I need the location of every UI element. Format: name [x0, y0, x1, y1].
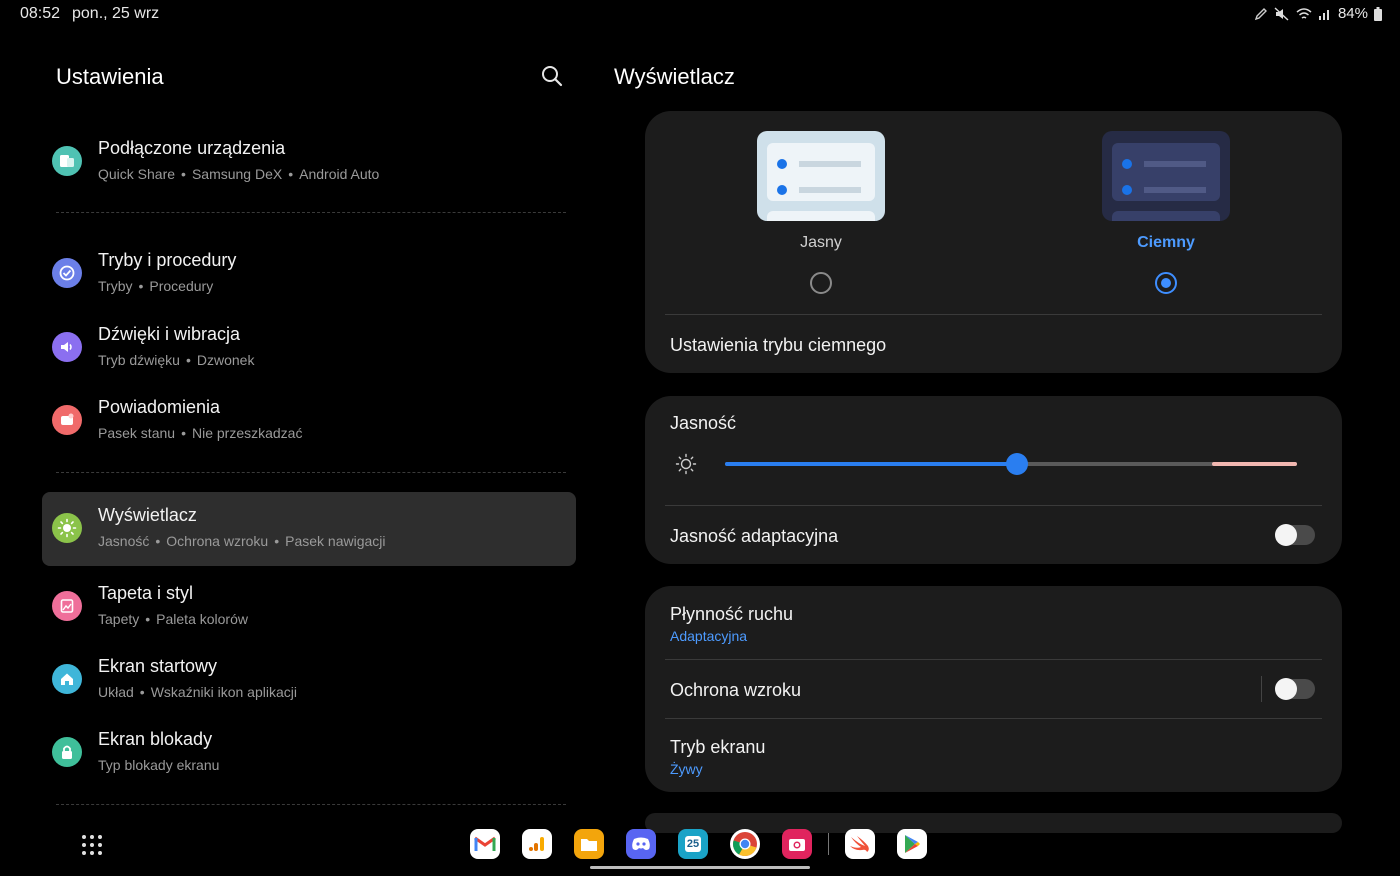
lock-icon: [52, 737, 82, 767]
battery-level: 84%: [1337, 5, 1368, 22]
sidebar-item-label: Powiadomienia: [98, 397, 221, 417]
divider: [665, 718, 1322, 719]
sidebar-item-subtitle: Jasność • Ochrona wzroku • Pasek nawigacji: [98, 533, 386, 549]
sidebar-item-label: Tapeta i styl: [98, 583, 194, 603]
dark-mode-preview: [1102, 131, 1230, 221]
brightness-slider[interactable]: [725, 453, 1297, 475]
status-bar: 08:52 pon., 25 wrz 84%: [0, 0, 1400, 28]
sidebar-item-subtitle: Układ • Wskaźniki ikon aplikacji: [98, 684, 297, 700]
gmail-icon[interactable]: [470, 829, 500, 859]
sidebar-item-subtitle: Quick Share • Samsung DeX • Android Auto: [98, 166, 380, 182]
brightness-card: Jasność Jasność adaptacyjna: [645, 396, 1342, 564]
adaptive-brightness-label: Jasność adaptacyjna: [670, 526, 839, 546]
divider: [56, 804, 566, 805]
speaker-icon: [52, 332, 82, 362]
theme-card: Jasny Ciemny Ustawienia trybu ciemnego: [645, 111, 1342, 373]
sidebar-item-label: Podłączone urządzenia: [98, 138, 286, 158]
sidebar-item-label: Ekran startowy: [98, 656, 218, 676]
clock: 08:52: [20, 5, 61, 22]
sidebar-item-subtitle: Tryb dźwięku • Dzwonek: [98, 352, 255, 368]
dock: 25: [470, 828, 949, 860]
dock-separator: [828, 833, 829, 855]
sidebar-item-sounds[interactable]: Dźwięki i wibracja Tryb dźwięku • Dzwonek: [42, 311, 576, 385]
sidebar-item-wallpaper[interactable]: Tapeta i styl Tapety • Paleta kolorów: [42, 570, 576, 644]
light-mode-option[interactable]: Jasny: [757, 131, 885, 294]
sidebar-item-connected-devices[interactable]: Podłączone urządzenia Quick Share • Samsun…: [42, 125, 576, 199]
sidebar-item-lock-screen[interactable]: Ekran blokady Typ blokady ekranu: [42, 716, 576, 790]
settings-title: Ustawienia: [56, 64, 164, 89]
camera-icon[interactable]: [782, 829, 812, 859]
chrome-icon[interactable]: [730, 829, 760, 859]
apps-button[interactable]: [80, 833, 104, 857]
light-mode-radio[interactable]: [810, 272, 832, 294]
mute-icon: [1274, 6, 1290, 21]
search-button[interactable]: [540, 64, 566, 90]
light-mode-label: Jasny: [800, 234, 842, 251]
pen-icon: [1254, 7, 1268, 21]
divider: [665, 505, 1322, 506]
motion-smoothness-label: Płynność ruchu: [670, 604, 794, 624]
sidebar-item-subtitle: Pasek stanu • Nie przeszkadzać: [98, 425, 303, 441]
check-circle-icon: [52, 258, 82, 288]
status-icons: 84%: [1254, 5, 1382, 22]
dark-mode-radio[interactable]: [1155, 272, 1177, 294]
brightness-label: Jasność: [670, 413, 737, 433]
sidebar-item-label: Ekran blokady: [98, 729, 213, 749]
devices-icon: [52, 146, 82, 176]
home-icon: [52, 664, 82, 694]
page-title: Wyświetlacz: [614, 64, 735, 89]
brightness-sun-icon: [675, 453, 697, 480]
swift-icon[interactable]: [845, 829, 875, 859]
brightness-slider-high-range: [1212, 462, 1297, 466]
navigation-handle[interactable]: [590, 866, 810, 869]
display-options-card: Płynność ruchu Adaptacyjna Ochrona wzrok…: [645, 586, 1342, 792]
calendar-icon[interactable]: 25: [678, 829, 708, 859]
dark-mode-label: Ciemny: [1137, 234, 1195, 251]
divider: [665, 659, 1322, 660]
screen-mode-label: Tryb ekranu: [670, 737, 766, 757]
dark-mode-option[interactable]: Ciemny: [1102, 131, 1230, 294]
calendar-day: 25: [684, 836, 702, 852]
motion-smoothness-value: Adaptacyjna: [670, 628, 748, 644]
sidebar-item-notifications[interactable]: Powiadomienia Pasek stanu • Nie przeszkadz…: [42, 384, 576, 458]
files-icon[interactable]: [574, 829, 604, 859]
eye-comfort-label[interactable]: Ochrona wzroku: [670, 680, 801, 701]
sidebar-item-modes-routines[interactable]: Tryby i procedury Tryby • Procedury: [42, 237, 576, 311]
date: pon., 25 wrz: [72, 5, 160, 22]
screen-mode-value: Żywy: [670, 761, 703, 777]
sidebar-item-subtitle: Tapety • Paleta kolorów: [98, 611, 248, 627]
sidebar-item-label: Dźwięki i wibracja: [98, 324, 241, 344]
sidebar-item-subtitle: Tryby • Procedury: [98, 278, 214, 294]
eye-comfort-toggle[interactable]: [1275, 678, 1315, 700]
sidebar-item-label: Tryby i procedury: [98, 250, 237, 270]
battery-icon: [1374, 6, 1382, 21]
sidebar-item-subtitle: Typ blokady ekranu: [98, 757, 220, 773]
sidebar-item-display[interactable]: Wyświetlacz Jasność • Ochrona wzroku • Pasek…: [42, 492, 576, 566]
divider: [1261, 676, 1262, 702]
grid-icon: [82, 835, 102, 855]
light-mode-preview: [757, 131, 885, 221]
divider: [56, 472, 566, 473]
wallpaper-icon: [52, 591, 82, 621]
notification-icon: [52, 405, 82, 435]
brightness-slider-thumb[interactable]: [1005, 453, 1028, 475]
sidebar-item-home-screen[interactable]: Ekran startowy Układ • Wskaźniki ikon apli…: [42, 643, 576, 717]
divider: [665, 314, 1322, 315]
play-store-icon[interactable]: [897, 829, 927, 859]
sun-icon: [52, 513, 82, 543]
sidebar-item-label: Wyświetlacz: [98, 505, 197, 525]
divider: [56, 212, 566, 213]
brightness-slider-fill: [725, 462, 1017, 466]
analytics-icon[interactable]: [522, 829, 552, 859]
signal-icon: [1318, 7, 1332, 21]
search-icon: [542, 66, 563, 87]
adaptive-brightness-toggle[interactable]: [1275, 524, 1315, 546]
wifi-icon: [1296, 7, 1312, 21]
discord-icon[interactable]: [626, 829, 656, 859]
dark-mode-settings-item[interactable]: Ustawienia trybu ciemnego: [670, 335, 886, 356]
